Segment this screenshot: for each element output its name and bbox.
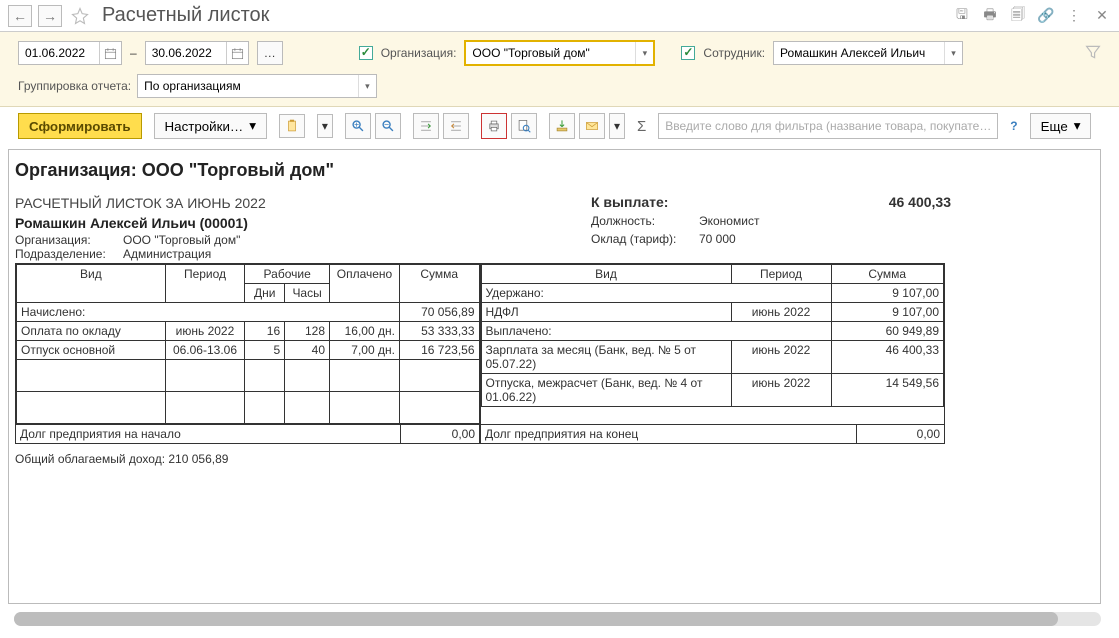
date-from-input[interactable] — [19, 42, 99, 64]
emp-checkbox[interactable] — [681, 46, 695, 60]
titlebar: ← → Расчетный листок 🖫 🖶 🗐 🔗 ⋮ ✕ — [0, 0, 1119, 32]
more-caret-icon: ▾ — [1074, 118, 1081, 134]
page-title: Расчетный листок — [102, 4, 269, 27]
taxable-income: Общий облагаемый доход: 210 056,89 — [15, 452, 1094, 466]
pay-label: К выплате: — [591, 194, 759, 210]
debt-row: Долг предприятия на начало 0,00 Долг пре… — [15, 425, 945, 444]
sigma-icon[interactable]: Σ — [637, 118, 646, 135]
date-from-calendar-icon[interactable] — [99, 42, 121, 64]
org-input[interactable] — [466, 42, 635, 64]
org-label: Организация: — [381, 46, 457, 60]
withheld-paid-table: Вид Период Сумма Удержано: 9 107,00 НДФЛ… — [481, 264, 945, 407]
horizontal-scrollbar[interactable] — [14, 612, 1101, 626]
print-header-icon[interactable]: 🖶 — [981, 7, 999, 25]
collapse-tree-button[interactable] — [443, 113, 469, 139]
export-button[interactable] — [549, 113, 575, 139]
date-separator: – — [130, 46, 137, 60]
close-icon[interactable]: ✕ — [1093, 7, 1111, 25]
table-row — [17, 360, 480, 392]
filter-funnel-icon[interactable] — [1085, 44, 1101, 63]
table-row — [17, 392, 480, 424]
nav-forward-button[interactable]: → — [38, 5, 62, 27]
link-icon[interactable]: 🔗 — [1037, 7, 1055, 25]
clipboard-button[interactable] — [279, 114, 305, 138]
print-button[interactable] — [481, 113, 507, 139]
date-to-field[interactable] — [145, 41, 249, 65]
report-meta-right: К выплате: 46 400,33 Должность:Экономист… — [591, 194, 759, 246]
table-row: НДФЛ июнь 2022 9 107,00 — [481, 303, 944, 322]
table-row: Зарплата за месяц (Банк, вед. № 5 от 05.… — [481, 341, 944, 374]
date-to-calendar-icon[interactable] — [226, 42, 248, 64]
payslip-table: Вид Период Рабочие Оплачено Сумма Дни Ча… — [15, 263, 945, 425]
org-checkbox[interactable] — [359, 46, 373, 60]
filter-bar: – … Организация: ▾ Сотрудник: ▾ Группиро… — [0, 32, 1119, 107]
org-dropdown-icon[interactable]: ▾ — [635, 42, 653, 64]
pay-value: 46 400,33 — [851, 194, 951, 210]
scrollbar-thumb[interactable] — [14, 612, 1058, 626]
emp-input[interactable] — [774, 42, 944, 64]
report-area: Организация: ООО "Торговый дом" РАСЧЕТНЫ… — [8, 149, 1101, 604]
report-employee-header: Ромашкин Алексей Ильич (00001) — [15, 215, 1094, 231]
date-from-field[interactable] — [18, 41, 122, 65]
date-to-input[interactable] — [146, 42, 226, 64]
zoom-out-button[interactable] — [375, 113, 401, 139]
grouping-dropdown-icon[interactable]: ▾ — [358, 75, 376, 97]
expand-tree-button[interactable] — [413, 113, 439, 139]
more-button[interactable]: Еще ▾ — [1030, 113, 1092, 139]
zoom-in-button[interactable] — [345, 113, 371, 139]
favorite-star-icon[interactable] — [68, 5, 92, 27]
more-dots-icon[interactable]: ⋮ — [1065, 7, 1083, 25]
date-picker-button[interactable]: … — [257, 41, 283, 65]
org-select[interactable]: ▾ — [464, 40, 655, 66]
email-button[interactable] — [579, 113, 605, 139]
table-row: Оплата по окладу июнь 2022 16 128 16,00 … — [17, 322, 480, 341]
filter-search[interactable] — [658, 113, 998, 139]
report-org-header: Организация: ООО "Торговый дом" — [15, 160, 1094, 181]
grouping-input[interactable] — [138, 75, 358, 97]
table-row: Отпуска, межрасчет (Банк, вед. № 4 от 01… — [481, 374, 944, 407]
help-button[interactable]: ? — [1010, 119, 1017, 133]
emp-select[interactable]: ▾ — [773, 41, 963, 65]
table-row: Отпуск основной 06.06-13.06 5 40 7,00 дн… — [17, 341, 480, 360]
grouping-select[interactable]: ▾ — [137, 74, 377, 98]
print-preview-button[interactable] — [511, 113, 537, 139]
email-menu-button[interactable]: ▾ — [609, 113, 625, 139]
save-icon[interactable]: 🖫 — [953, 7, 971, 25]
filter-search-input[interactable] — [659, 114, 997, 138]
toolbar: Сформировать Настройки… ▾ ▾ — [0, 107, 1119, 145]
grouping-label: Группировка отчета: — [18, 79, 131, 93]
settings-button[interactable]: Настройки… ▾ — [154, 113, 267, 139]
emp-dropdown-icon[interactable]: ▾ — [944, 42, 962, 64]
accrued-table: Вид Период Рабочие Оплачено Сумма Дни Ча… — [16, 264, 480, 424]
report-meta-left: Организация:ООО "Торговый дом" Подраздел… — [15, 233, 1094, 261]
settings-label: Настройки… — [165, 119, 244, 134]
more-label: Еще — [1041, 119, 1068, 134]
settings-more-icon: ▾ — [249, 118, 256, 134]
emp-label: Сотрудник: — [703, 46, 765, 60]
copy-header-icon[interactable]: 🗐 — [1009, 7, 1027, 25]
clipboard-menu-button[interactable]: ▾ — [317, 114, 333, 138]
nav-back-button[interactable]: ← — [8, 5, 32, 27]
form-report-button[interactable]: Сформировать — [18, 113, 142, 139]
